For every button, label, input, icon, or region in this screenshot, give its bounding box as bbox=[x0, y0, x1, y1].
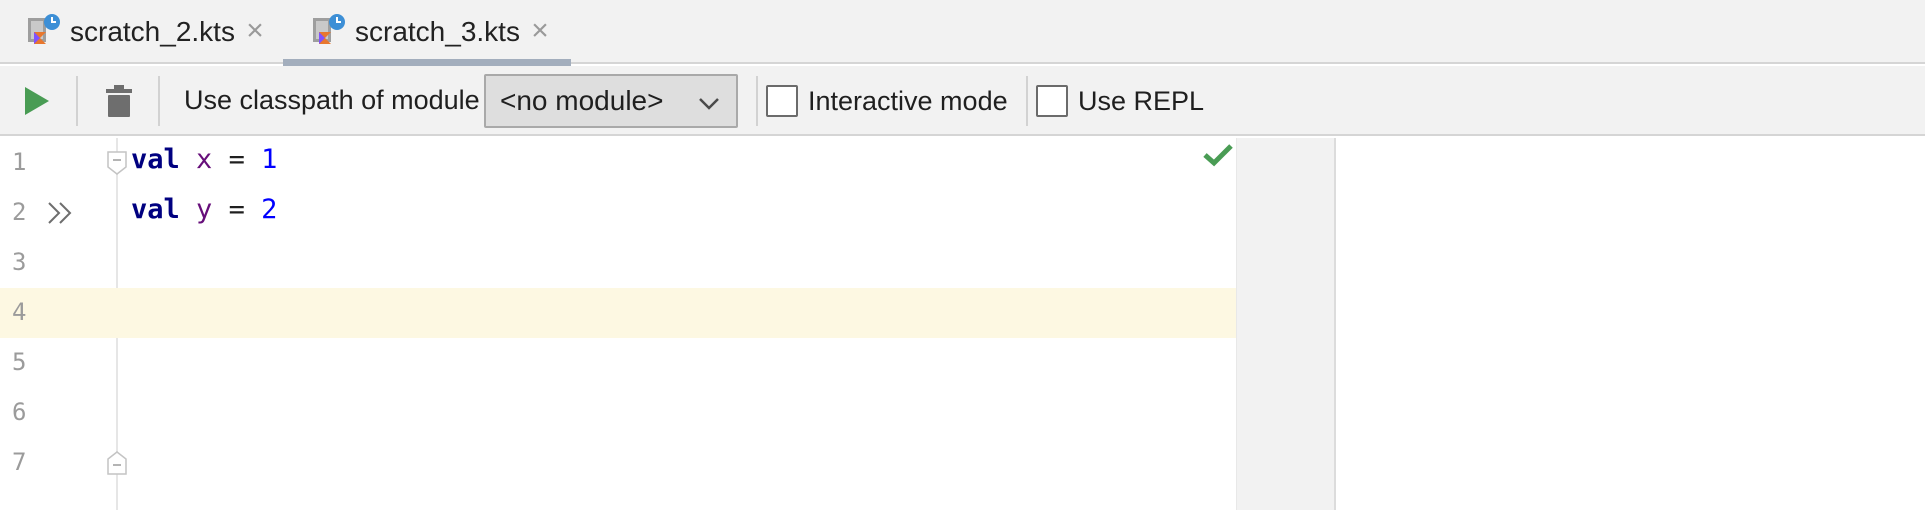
code-number: 1 bbox=[261, 144, 278, 175]
code-operator: = bbox=[228, 194, 245, 225]
fold-end-icon[interactable] bbox=[106, 450, 128, 476]
toolbar-separator bbox=[1026, 76, 1028, 126]
close-icon[interactable]: × bbox=[243, 16, 267, 46]
tab-scratch-2[interactable]: scratch_2.kts × bbox=[0, 0, 282, 64]
code-keyword: val bbox=[131, 144, 180, 175]
caret-row-highlight bbox=[0, 288, 1236, 338]
tab-label: scratch_3.kts bbox=[355, 16, 520, 47]
line-number: 1 bbox=[12, 148, 27, 176]
code-number: 2 bbox=[261, 194, 278, 225]
clear-results-button[interactable] bbox=[96, 78, 142, 124]
code-keyword: val bbox=[131, 194, 180, 225]
kotlin-scratch-icon bbox=[311, 12, 347, 52]
editor-scroll-strip[interactable] bbox=[1236, 138, 1336, 510]
interactive-mode-toggle[interactable]: Interactive mode bbox=[766, 83, 1008, 119]
scratch-toolbar: Use classpath of module <no module> Inte… bbox=[0, 66, 1925, 136]
trash-icon bbox=[106, 85, 132, 117]
module-label: Use classpath of module bbox=[184, 85, 480, 115]
editor-tab-bar: scratch_2.kts × scratch_3.kts × bbox=[0, 0, 1925, 66]
kotlin-scratch-icon bbox=[26, 12, 62, 52]
toolbar-separator bbox=[76, 76, 78, 126]
use-repl-toggle[interactable]: Use REPL bbox=[1036, 83, 1204, 119]
no-problems-check-icon bbox=[1203, 144, 1233, 167]
use-repl-label: Use REPL bbox=[1078, 85, 1205, 116]
toolbar-separator bbox=[158, 76, 160, 126]
line-number: 6 bbox=[12, 398, 27, 426]
line-number: 4 bbox=[12, 298, 27, 326]
tab-scratch-3[interactable]: scratch_3.kts × bbox=[283, 0, 571, 66]
code-identifier: x bbox=[196, 144, 213, 175]
tab-label: scratch_2.kts bbox=[70, 16, 235, 47]
scratch-output-pane bbox=[1338, 138, 1925, 510]
run-button[interactable] bbox=[14, 78, 60, 124]
line-number: 5 bbox=[12, 348, 27, 376]
code-line-1: val x = 1 bbox=[131, 144, 277, 175]
line-number: 2 bbox=[12, 198, 27, 226]
editor-gutter: 1 2 3 4 5 6 7 bbox=[0, 138, 127, 510]
code-operator: = bbox=[228, 144, 245, 175]
chevron-down-icon bbox=[699, 98, 719, 110]
toolbar-separator bbox=[756, 76, 758, 126]
interactive-mode-checkbox[interactable] bbox=[766, 85, 798, 117]
code-editor[interactable]: 1 2 3 4 5 6 7 val x = 1 val y = 2 bbox=[0, 138, 1925, 510]
line-number: 7 bbox=[12, 448, 27, 476]
close-icon[interactable]: × bbox=[528, 16, 552, 46]
fold-start-icon[interactable] bbox=[106, 150, 128, 176]
code-identifier: y bbox=[196, 194, 213, 225]
executed-line-marker-icon bbox=[48, 202, 72, 224]
module-select-value: <no module> bbox=[500, 85, 664, 116]
run-icon bbox=[25, 87, 49, 115]
line-number: 3 bbox=[12, 248, 27, 276]
module-select[interactable]: <no module> bbox=[484, 74, 738, 128]
use-repl-checkbox[interactable] bbox=[1036, 85, 1068, 117]
interactive-mode-label: Interactive mode bbox=[808, 85, 1008, 116]
code-line-2: val y = 2 bbox=[131, 194, 277, 225]
